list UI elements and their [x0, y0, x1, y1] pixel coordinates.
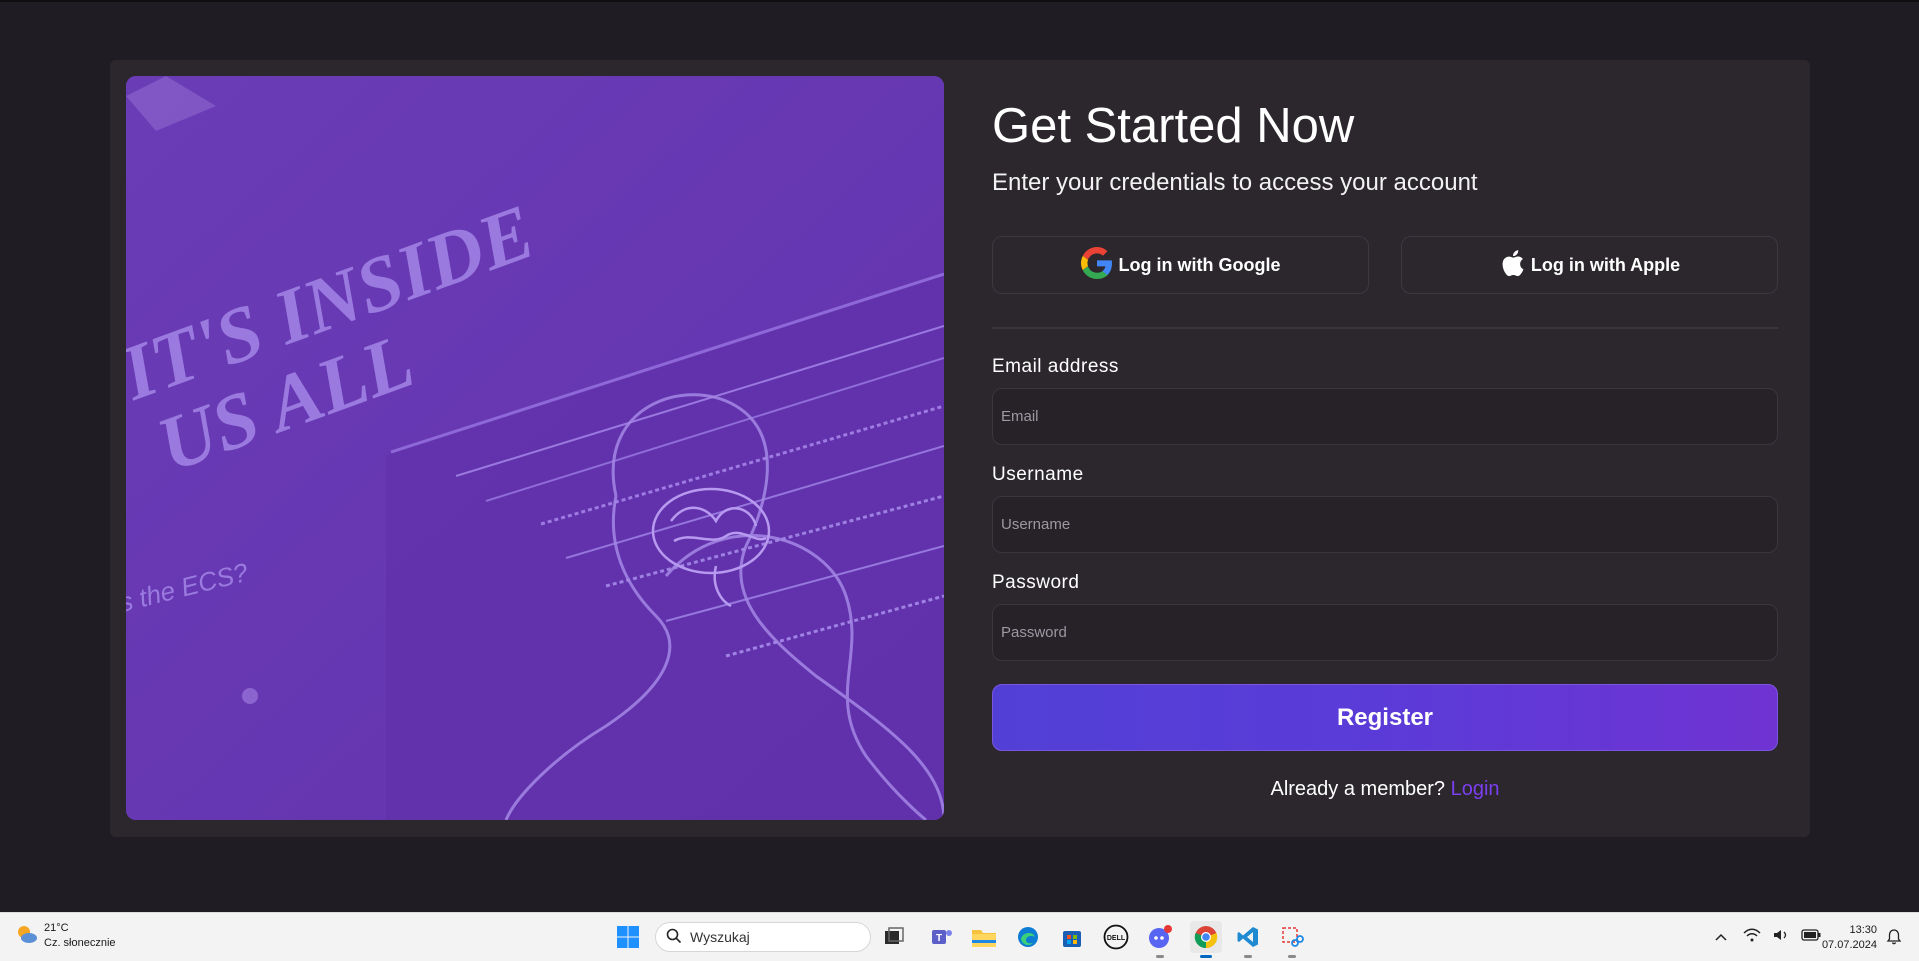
google-icon [1080, 246, 1113, 284]
task-view-button[interactable] [880, 923, 908, 951]
folder-icon [972, 930, 996, 947]
taskbar-chrome[interactable] [1190, 921, 1222, 958]
taskbar-file-explorer[interactable] [970, 923, 998, 951]
apple-login-button[interactable]: Log in with Apple [1401, 236, 1778, 294]
dell-logo-text: DELL [1107, 935, 1126, 942]
chrome-icon [1194, 926, 1218, 949]
register-button[interactable]: Register [992, 684, 1778, 751]
dell-icon: DELL [1103, 924, 1129, 950]
search-icon [666, 928, 682, 947]
weather-description: Cz. słonecznie [44, 937, 116, 949]
google-login-button[interactable]: Log in with Google [992, 236, 1369, 294]
system-tray [1705, 913, 1827, 961]
svg-text:T: T [936, 933, 942, 944]
taskbar-edge[interactable] [1014, 923, 1042, 951]
divider [992, 327, 1778, 329]
window-top-edge [0, 0, 1919, 2]
chevron-up-icon[interactable] [1715, 928, 1727, 946]
snipping-tool-icon [1282, 927, 1304, 947]
google-login-label: Log in with Google [1118, 254, 1281, 275]
teams-icon: T [932, 930, 952, 944]
weather-widget[interactable]: 21°C Cz. słonecznie [14, 921, 116, 951]
clock-time: 13:30 [1849, 924, 1877, 936]
weather-sun-icon [14, 922, 38, 951]
taskbar-teams[interactable]: T [928, 923, 956, 951]
notifications-button[interactable] [1880, 923, 1908, 951]
password-label: Password [992, 572, 1080, 593]
username-label: Username [992, 464, 1084, 485]
member-prompt: Already a member? Login [992, 778, 1778, 801]
windows-icon [617, 926, 639, 948]
page-subtitle: Enter your credentials to access your ac… [992, 169, 1478, 196]
hero-illustration: IT'S INSIDE US ALL s the ECS? [126, 76, 944, 820]
taskbar-store[interactable] [1058, 923, 1086, 951]
password-field[interactable] [992, 604, 1778, 661]
vscode-icon [1237, 927, 1258, 947]
taskbar-discord[interactable] [1146, 923, 1174, 958]
apple-login-label: Log in with Apple [1530, 254, 1681, 275]
email-label: Email address [992, 356, 1119, 377]
discord-icon [1149, 925, 1172, 948]
chrome-active-indicator [1200, 955, 1212, 958]
taskbar-search[interactable]: Wyszukaj [655, 922, 871, 952]
member-text: Already a member? [1270, 778, 1446, 800]
discord-running-indicator [1156, 955, 1164, 958]
start-button[interactable] [614, 923, 642, 951]
volume-icon[interactable] [1773, 928, 1789, 947]
auth-card: IT'S INSIDE US ALL s the ECS? Get Starte… [110, 60, 1810, 837]
taskbar-clock[interactable]: 13:30 07.07.2024 [1822, 923, 1877, 953]
edge-icon [1018, 927, 1038, 947]
taskbar-snipping-tool[interactable] [1278, 923, 1306, 958]
taskbar: 21°C Cz. słonecznie Wyszukaj T DELL 13:3… [0, 912, 1919, 961]
search-placeholder: Wyszukaj [690, 929, 750, 945]
snipping-running-indicator [1288, 955, 1296, 958]
page-title: Get Started Now [992, 99, 1355, 153]
weather-temperature: 21°C [44, 922, 69, 934]
taskbar-vscode[interactable] [1234, 923, 1262, 958]
task-view-icon [885, 927, 904, 944]
wifi-icon[interactable] [1743, 928, 1761, 947]
email-field[interactable] [992, 388, 1778, 445]
clock-date: 07.07.2024 [1821, 939, 1877, 951]
store-icon [1063, 931, 1081, 947]
vscode-running-indicator [1244, 955, 1252, 958]
hero-image: IT'S INSIDE US ALL s the ECS? [126, 76, 944, 820]
login-link[interactable]: Login [1451, 778, 1500, 800]
username-field[interactable] [992, 496, 1778, 553]
apple-icon [1499, 248, 1525, 283]
bell-icon [1886, 929, 1902, 945]
battery-icon[interactable] [1801, 928, 1821, 946]
taskbar-dell[interactable]: DELL [1102, 923, 1130, 951]
